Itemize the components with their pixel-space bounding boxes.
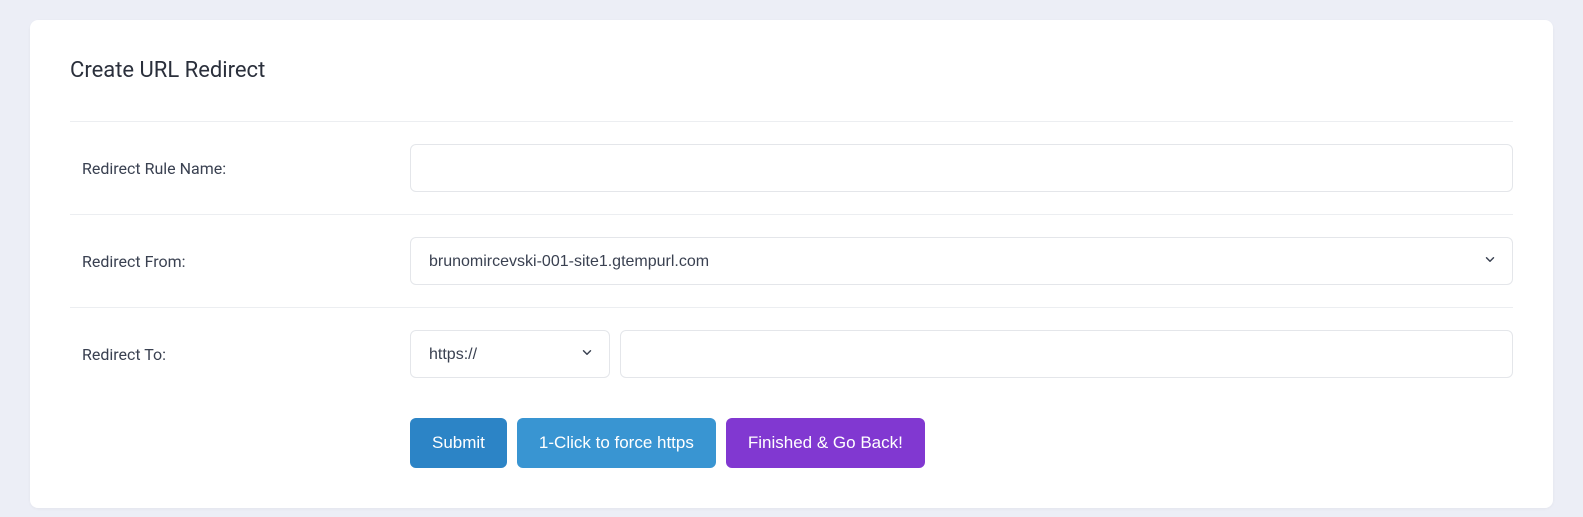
button-row: Submit 1-Click to force https Finished &… <box>70 418 1513 468</box>
protocol-select-wrap: https:// <box>410 330 610 378</box>
submit-button[interactable]: Submit <box>410 418 507 468</box>
row-rule-name: Redirect Rule Name: <box>70 121 1513 214</box>
redirect-from-select-wrap: brunomircevski-001-site1.gtempurl.com <box>410 237 1513 285</box>
row-redirect-to: Redirect To: https:// <box>70 307 1513 400</box>
finished-button[interactable]: Finished & Go Back! <box>726 418 925 468</box>
label-redirect-from: Redirect From: <box>70 252 410 271</box>
control-redirect-to: https:// <box>410 330 1513 378</box>
control-redirect-from: brunomircevski-001-site1.gtempurl.com <box>410 237 1513 285</box>
page-title: Create URL Redirect <box>70 58 1513 83</box>
row-redirect-from: Redirect From: brunomircevski-001-site1.… <box>70 214 1513 307</box>
redirect-from-select[interactable]: brunomircevski-001-site1.gtempurl.com <box>410 237 1513 285</box>
redirect-to-input[interactable] <box>620 330 1513 378</box>
label-redirect-to: Redirect To: <box>70 345 410 364</box>
protocol-select[interactable]: https:// <box>410 330 610 378</box>
force-https-button[interactable]: 1-Click to force https <box>517 418 716 468</box>
create-redirect-card: Create URL Redirect Redirect Rule Name: … <box>30 20 1553 508</box>
rule-name-input[interactable] <box>410 144 1513 192</box>
label-rule-name: Redirect Rule Name: <box>70 159 410 178</box>
control-rule-name <box>410 144 1513 192</box>
